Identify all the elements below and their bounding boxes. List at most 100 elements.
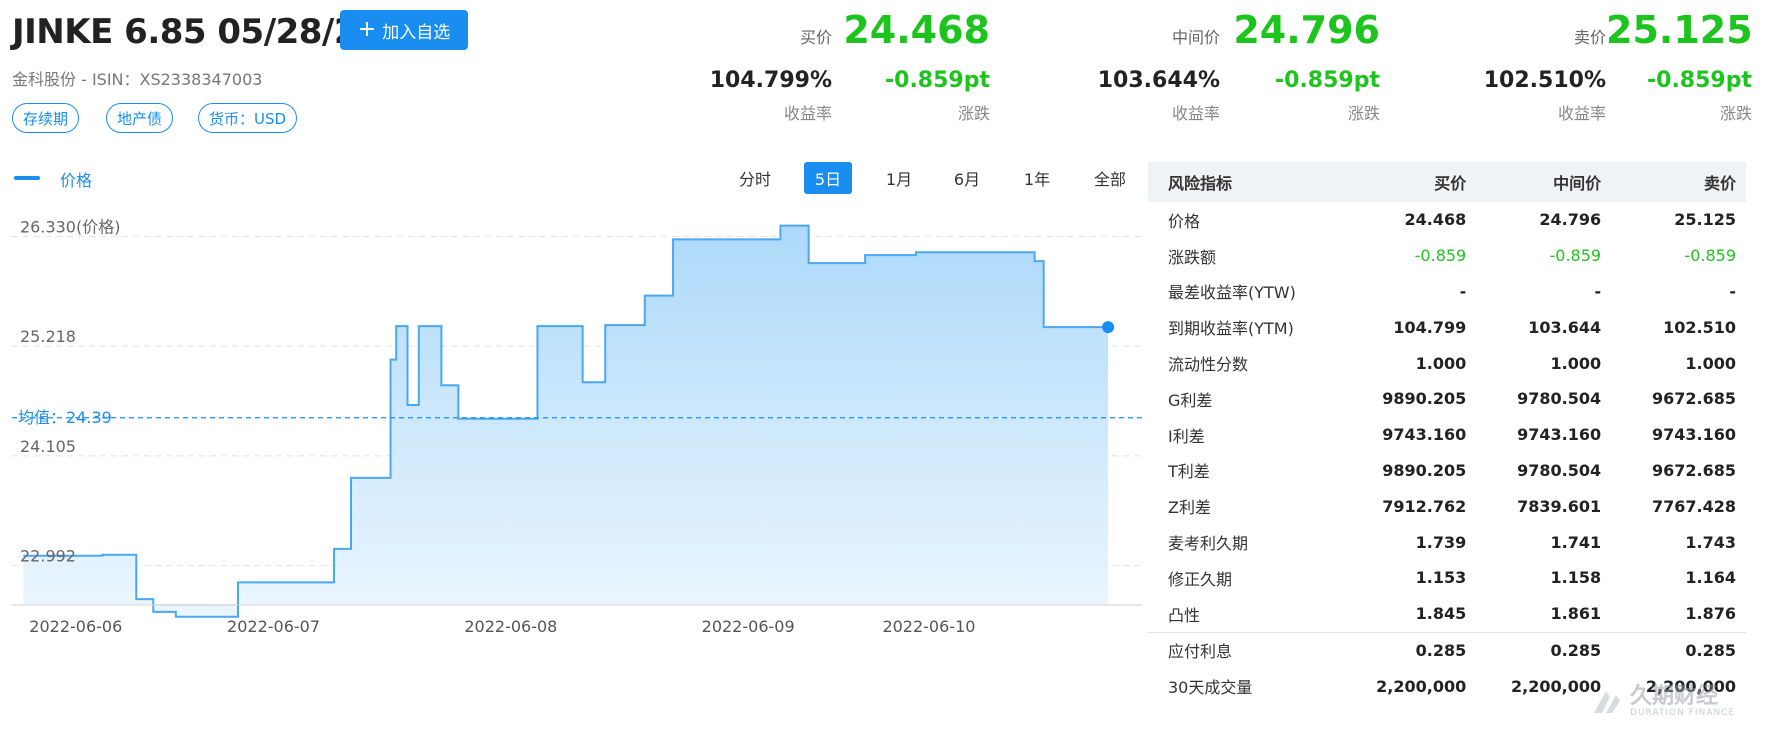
metric-name: 到期收益率(YTM) [1168,319,1294,339]
ask-value: -0.859 [1684,246,1736,266]
ask-price: 25.125 [1606,8,1753,52]
table-row: 修正久期 1.153 1.158 1.164 [1148,560,1746,596]
ask-value: 9672.685 [1651,389,1736,409]
mid-price: 24.796 [1233,8,1380,52]
bid-value: 9890.205 [1382,460,1467,480]
header-bid: 买价 [1341,162,1477,202]
range-5d[interactable]: 5日 [804,162,852,194]
mid-value: - [1594,281,1602,301]
table-row: 价格 24.468 24.796 25.125 [1148,202,1746,238]
bid-value: 0.285 [1341,631,1477,669]
tag-maturity[interactable]: 存续期 [12,103,80,133]
watermark-text: 久期财经 [1630,684,1719,709]
bid-value: - [1459,281,1467,301]
price-chart: 26.330(价格) 25.218 24.105 22.992 均值：24.39 20… [12,218,1142,636]
y-tick-label: 24.105 [20,437,76,456]
add-to-watchlist-button[interactable]: + 加入自选 [340,10,468,50]
table-row: I利差 9743.160 9743.160 9743.160 [1148,417,1746,453]
mid-value: 103.644 [1528,317,1602,337]
ask-value: - [1729,281,1736,301]
metric-name: 30天成交量 [1168,678,1253,698]
bid-yield: 104.799% [709,68,832,93]
plus-icon: + [357,17,377,42]
range-all[interactable]: 全部 [1082,162,1138,194]
ask-value: 1.164 [1685,568,1736,588]
ask-yield-label: 收益率 [1557,104,1606,123]
range-1y[interactable]: 1年 [1012,162,1062,194]
risk-metrics-table: 风险指标 买价 中间价 卖价 价格 24.468 24.796 25.125 涨跌额 -0… [1148,162,1746,704]
tag-sector[interactable]: 地产债 [106,103,174,133]
ask-value: 9672.685 [1651,460,1736,480]
mid-value: -0.859 [1549,246,1602,266]
ask-value: 7767.428 [1651,496,1736,516]
mid-value: 24.796 [1539,210,1602,230]
ask-value: 9743.160 [1651,425,1736,445]
header-ask: 卖价 [1611,162,1746,202]
last-price-dot[interactable] [1102,321,1115,334]
table-row: Z利差 7912.762 7839.601 7767.428 [1148,488,1746,524]
watermark-subtext: DURATION FINANCE [1630,708,1736,718]
metric-name: 流动性分数 [1168,355,1249,375]
metric-name: I利差 [1168,426,1205,446]
x-tick-label: 2022-06-06 [29,617,122,636]
bid-change-label: 涨跌 [957,104,990,123]
mid-value: 1.158 [1550,568,1602,588]
metric-name: 凸性 [1168,605,1201,625]
legend-line-icon [14,176,40,180]
table-row: 流动性分数 1.000 1.000 1.000 [1148,345,1746,381]
mid-change: -0.859pt [1275,68,1380,93]
mid-value: 1.861 [1550,604,1602,624]
ask-yield: 102.510% [1483,68,1606,93]
bid-value: 24.468 [1404,210,1467,230]
metric-name: 最差收益率(YTW) [1168,283,1296,303]
bid-value: 9743.160 [1382,425,1467,445]
header-metric: 风险指标 [1148,162,1342,202]
x-tick-label: 2022-06-10 [882,617,975,636]
metric-name: 麦考利久期 [1168,534,1249,554]
risk-table-header: 风险指标 买价 中间价 卖价 [1148,162,1746,202]
price-area [23,225,1109,617]
bid-value: -0.859 [1414,246,1467,266]
bid-yield-label: 收益率 [783,104,832,123]
metric-name: 涨跌额 [1168,247,1217,267]
range-1m[interactable]: 1月 [874,162,924,194]
bid-value: 1.739 [1415,532,1467,552]
mid-yield: 103.644% [1097,68,1220,93]
bid-value: 1.000 [1415,353,1467,373]
metric-name: Z利差 [1168,498,1211,518]
bid-value: 7912.762 [1382,496,1467,516]
table-row: 凸性 1.845 1.861 1.876 [1148,596,1746,632]
range-6m[interactable]: 6月 [942,162,992,194]
header-mid: 中间价 [1476,162,1612,202]
mid-value: 7839.601 [1517,496,1602,516]
metric-name: 修正久期 [1168,569,1233,589]
bid-value: 1.845 [1415,604,1467,624]
tag-currency[interactable]: 货币：USD [198,103,298,133]
ask-change-label: 涨跌 [1719,104,1752,123]
ask-value: 1.743 [1685,532,1736,552]
watermark: 久期财经 DURATION FINANCE [1590,686,1735,718]
x-tick-label: 2022-06-08 [464,617,557,636]
watermark-logo-icon [1594,691,1620,713]
range-intraday[interactable]: 分时 [728,162,782,194]
ask-value: 1.000 [1685,353,1736,373]
metric-name: 应付利息 [1148,631,1342,669]
bid-label: 买价 [799,28,832,47]
ask-value: 25.125 [1674,210,1736,230]
metric-name: T利差 [1168,462,1210,482]
y-tick-label: 22.992 [20,547,76,566]
ask-label: 卖价 [1573,28,1606,47]
mid-value: 1.000 [1550,353,1602,373]
legend-label[interactable]: 价格 [60,167,92,191]
x-tick-label: 2022-06-07 [227,617,320,636]
y-tick-label: 26.330(价格) [20,218,120,237]
table-row: 最差收益率(YTW) - - - [1148,274,1746,310]
ask-value: 102.510 [1663,317,1736,337]
mid-value: 1.741 [1550,532,1602,552]
mid-value: 9780.504 [1517,460,1602,480]
bid-value: 9890.205 [1382,389,1467,409]
bond-subtitle: 金科股份 - ISIN：XS2338347003 [12,70,263,89]
mid-change-label: 涨跌 [1347,104,1380,123]
table-row: 应付利息 0.285 0.285 0.285 [1148,631,1746,669]
ask-value: 1.876 [1685,604,1736,624]
